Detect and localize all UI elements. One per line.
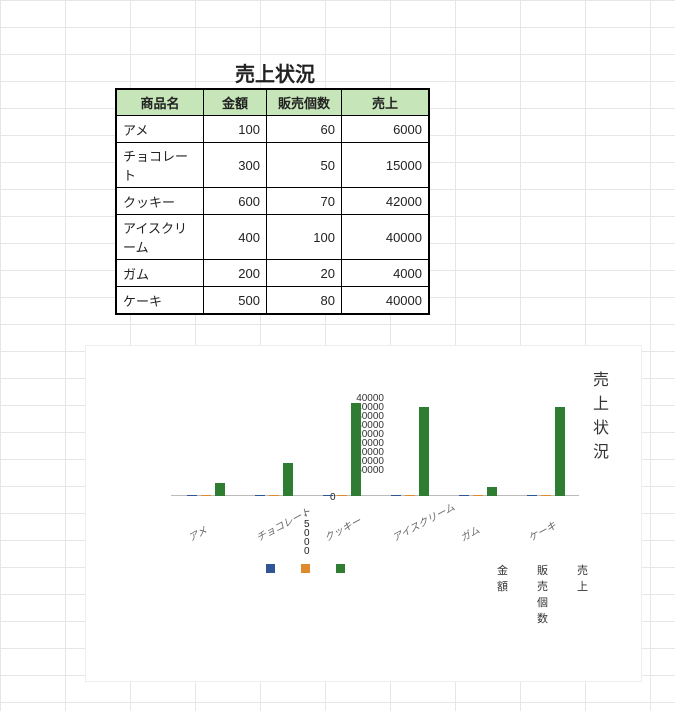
legend-swatch-blue	[266, 564, 275, 573]
cell-price[interactable]: 400	[204, 215, 267, 260]
chart-title: 売上状況	[593, 366, 611, 462]
th-sales[interactable]: 売上	[342, 89, 430, 116]
table-row: ケーキ 500 80 40000	[116, 287, 429, 315]
legend-swatch-green	[336, 564, 345, 573]
table-row: チョコレート 300 50 15000	[116, 143, 429, 188]
cell-sales[interactable]: 15000	[342, 143, 430, 188]
th-price[interactable]: 金額	[204, 89, 267, 116]
cell-price[interactable]: 600	[204, 188, 267, 215]
legend-label-sales: 売上	[577, 562, 591, 594]
cell-qty[interactable]: 80	[267, 287, 342, 315]
table-row: アイスクリーム 400 100 40000	[116, 215, 429, 260]
cell-price[interactable]: 100	[204, 116, 267, 143]
chart-legend: 金額 販売個数 売上	[266, 562, 626, 626]
cell-qty[interactable]: 100	[267, 215, 342, 260]
cell-sales[interactable]: 40000	[342, 287, 430, 315]
data-table: 商品名 金額 販売個数 売上 アメ 100 60 6000 チョコレート 300…	[115, 88, 430, 315]
cell-qty[interactable]: 20	[267, 260, 342, 287]
cell-name[interactable]: アイスクリーム	[116, 215, 204, 260]
chart-bars: アメチョコレートクッキーアイスクリームガムケーキ	[171, 346, 579, 496]
legend-swatch-orange	[301, 564, 310, 573]
legend-label-qty: 販売個数	[537, 562, 551, 626]
cell-qty[interactable]: 60	[267, 116, 342, 143]
cell-name[interactable]: チョコレート	[116, 143, 204, 188]
table-header-row: 商品名 金額 販売個数 売上	[116, 89, 429, 116]
cell-qty[interactable]: 50	[267, 143, 342, 188]
chart-area[interactable]: 売上状況 40000400003000030000200002000010000…	[85, 345, 642, 682]
cell-qty[interactable]: 70	[267, 188, 342, 215]
cell-sales[interactable]: 6000	[342, 116, 430, 143]
cell-price[interactable]: 500	[204, 287, 267, 315]
page-title: 売上状況	[115, 58, 435, 88]
legend-label-price: 金額	[497, 562, 511, 594]
cell-name[interactable]: クッキー	[116, 188, 204, 215]
cell-name[interactable]: アメ	[116, 116, 204, 143]
th-qty[interactable]: 販売個数	[267, 89, 342, 116]
cell-name[interactable]: ケーキ	[116, 287, 204, 315]
table-row: アメ 100 60 6000	[116, 116, 429, 143]
cell-sales[interactable]: 40000	[342, 215, 430, 260]
cell-price[interactable]: 200	[204, 260, 267, 287]
table-row: ガム 200 20 4000	[116, 260, 429, 287]
cell-price[interactable]: 300	[204, 143, 267, 188]
th-name[interactable]: 商品名	[116, 89, 204, 116]
cell-name[interactable]: ガム	[116, 260, 204, 287]
table-row: クッキー 600 70 42000	[116, 188, 429, 215]
cell-sales[interactable]: 4000	[342, 260, 430, 287]
cell-sales[interactable]: 42000	[342, 188, 430, 215]
